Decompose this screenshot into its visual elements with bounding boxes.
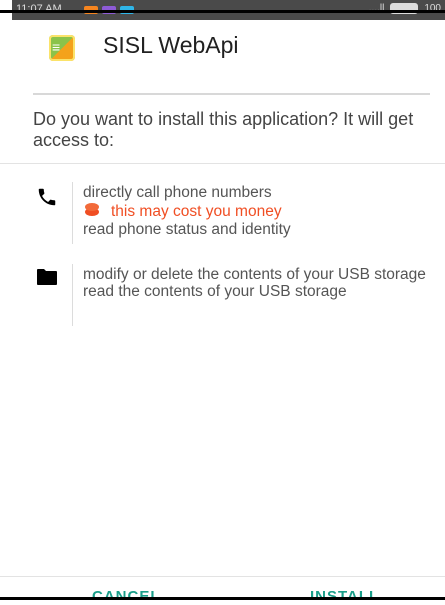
buttons-divider [0,576,445,577]
permission-item: read the contents of your USB storage [83,283,347,300]
permission-divider [72,264,73,326]
section-divider [0,163,445,164]
permission-item: modify or delete the contents of your US… [83,266,426,283]
app-name: SISL WebApi [103,32,239,58]
frame-top-border [0,10,445,13]
permission-warning: this may cost you money [83,201,443,221]
status-time: 11:07 AM [16,3,62,15]
permission-group-phone: directly call phone numbers this may cos… [0,180,445,245]
app-icon: ≡ [49,35,75,61]
phone-icon [36,186,58,213]
folder-icon [36,268,58,291]
permission-group-storage: modify or delete the contents of your US… [0,262,445,327]
permission-item: read phone status and identity [83,221,291,238]
permission-item: directly call phone numbers [83,184,272,201]
warning-text: this may cost you money [111,202,282,220]
permission-list: modify or delete the contents of your US… [83,266,443,300]
app-icon-glyph: ≡ [52,39,61,55]
permission-list: directly call phone numbers this may cos… [83,184,443,238]
coins-icon [83,201,101,221]
permission-divider [72,182,73,244]
install-prompt: Do you want to install this application?… [33,109,414,150]
header-divider [33,93,430,95]
